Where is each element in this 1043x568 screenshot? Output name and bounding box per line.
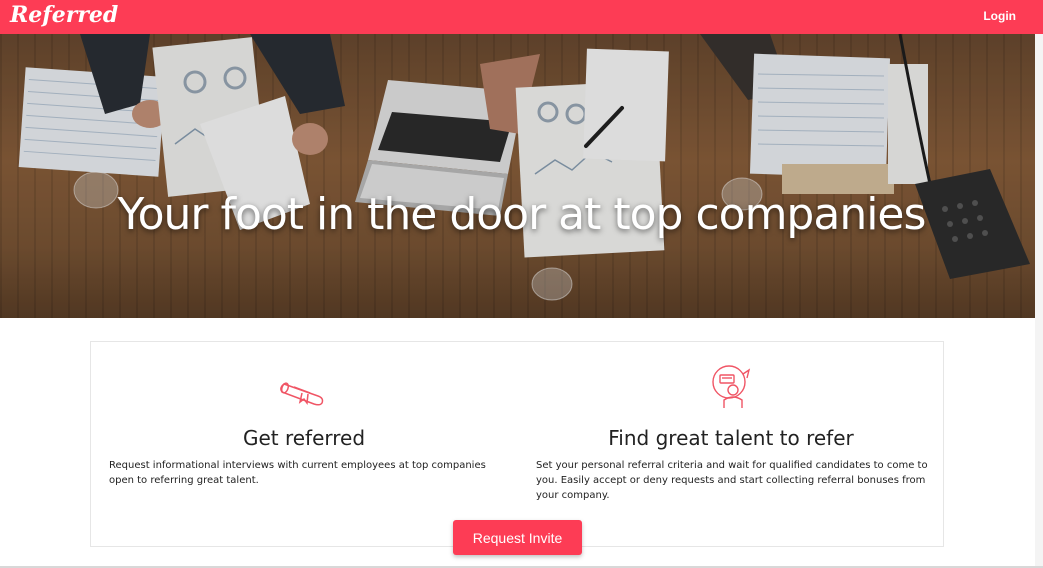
feature-desc-find-talent: Set your personal referral criteria and … [536,460,928,501]
diploma-scroll-icon [280,382,324,406]
request-invite-button[interactable]: Request Invite [453,520,582,555]
top-navbar: Referred Login [0,0,1043,34]
feature-desc-get-referred: Request informational interviews with cu… [109,460,486,486]
hero-banner: Your foot in the door at top companies [0,34,1043,318]
brand-logo[interactable]: Referred [10,2,118,28]
hero-headline: Your foot in the door at top companies [117,189,927,240]
vertical-scrollbar[interactable] [1035,34,1043,568]
feature-title-find-talent: Find great talent to refer [608,426,854,450]
login-link[interactable]: Login [983,9,1016,23]
feature-title-get-referred: Get referred [242,426,366,450]
hero-desk-illustration [0,34,1043,318]
referral-person-icon [712,365,751,408]
features-card: Get referred Request informational inter… [90,341,944,547]
